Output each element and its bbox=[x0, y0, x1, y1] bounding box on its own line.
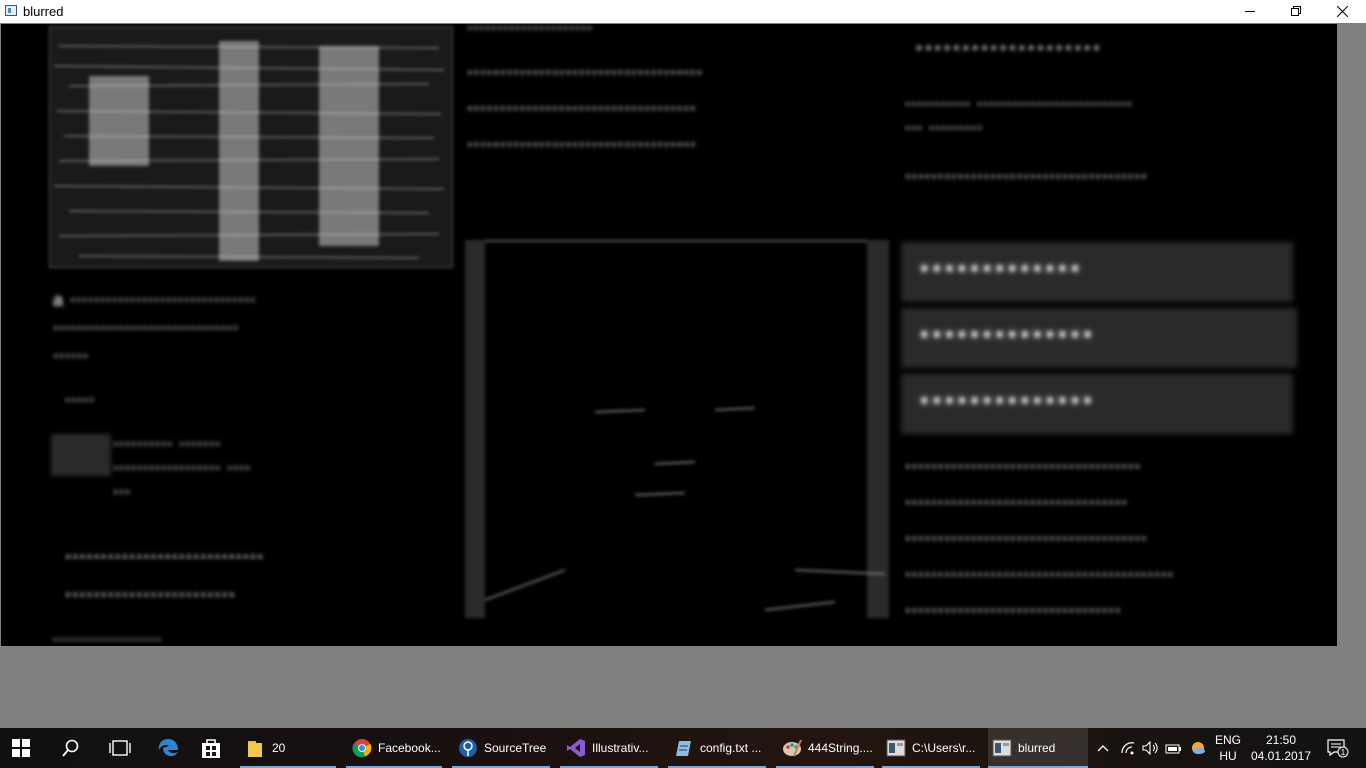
task-view-button[interactable] bbox=[109, 728, 131, 768]
edge-button[interactable] bbox=[157, 728, 179, 768]
blurred-text-line: ∙∙∙∙∙∙∙∙∙∙ ∙∙∙∙∙∙∙ bbox=[113, 434, 222, 454]
blurred-headline: ∙∙∙∙∙∙∙∙∙∙∙∙∙∙ bbox=[919, 380, 1095, 422]
close-button[interactable] bbox=[1319, 0, 1365, 23]
blurred-text-line: ∙∙∙∙∙∙∙∙∙∙∙∙∙∙∙∙∙∙∙∙∙∙∙∙∙∙∙∙∙∙∙∙∙∙∙∙∙∙∙∙… bbox=[905, 564, 1174, 586]
edge-icon bbox=[158, 739, 178, 757]
taskbar-item-blurred[interactable]: blurred bbox=[988, 728, 1088, 768]
taskbar-item-visual-studio[interactable]: Illustrativ... bbox=[560, 728, 658, 768]
volume-icon bbox=[1142, 741, 1158, 755]
battery-icon bbox=[1165, 744, 1181, 754]
taskbar-item-label: 20 bbox=[272, 741, 286, 755]
taskbar-item-sourcetree[interactable]: SourceTree bbox=[452, 728, 550, 768]
network-button[interactable] bbox=[1118, 728, 1138, 768]
blurred-text-line: ∙∙∙∙∙∙∙∙∙∙∙∙∙∙∙∙∙∙∙∙∙∙∙∙∙∙∙∙∙∙∙∙∙∙ bbox=[905, 492, 1128, 514]
window-title: blurred bbox=[23, 4, 64, 19]
console-icon bbox=[886, 738, 906, 758]
search-button[interactable] bbox=[62, 728, 82, 768]
taskbar-item-label: Facebook... bbox=[378, 741, 441, 755]
taskbar-item-console[interactable]: C:\Users\r... bbox=[882, 728, 980, 768]
blurred-text-line: ∙∙∙∙∙∙∙∙∙∙∙ ∙∙∙∙∙∙∙∙∙∙∙∙∙∙∙∙∙∙∙∙∙∙∙∙∙∙ bbox=[905, 94, 1134, 114]
blurred-text-line: ∙∙∙∙∙∙∙∙∙∙∙∙∙∙∙∙∙∙∙∙ bbox=[53, 632, 162, 646]
chevron-up-icon bbox=[1097, 745, 1109, 752]
weather-button[interactable] bbox=[1188, 728, 1208, 768]
store-button[interactable] bbox=[200, 728, 222, 768]
blurred-heading: ∙∙∙∙∙∙∙∙∙∙∙∙∙∙∙∙∙∙∙∙ bbox=[915, 32, 1102, 65]
taskbar-item-label: C:\Users\r... bbox=[912, 741, 976, 755]
blurred-text-line: ∙∙∙∙∙∙∙∙∙∙∙∙∙∙∙∙∙∙∙∙∙∙∙∙∙∙∙∙∙∙∙∙∙∙∙∙∙ bbox=[905, 528, 1148, 550]
clock-time: 21:50 bbox=[1265, 733, 1297, 747]
volume-button[interactable] bbox=[1141, 728, 1161, 768]
visual-studio-icon bbox=[566, 738, 586, 758]
blurred-text-line: a ∙∙∙∙∙∙∙∙∙∙∙∙∙∙∙∙∙∙∙∙∙∙∙∙∙∙∙∙∙∙∙ bbox=[53, 290, 257, 310]
taskbar-item-label: config.txt ... bbox=[700, 741, 762, 755]
action-center-button[interactable]: 1 bbox=[1318, 728, 1358, 768]
wifi-icon bbox=[1121, 742, 1135, 755]
taskbar-item-label: Illustrativ... bbox=[592, 741, 649, 755]
taskbar-item-notepad[interactable]: config.txt ... bbox=[668, 728, 766, 768]
blurred-photo-top bbox=[49, 26, 453, 268]
blurred-text-line: ∙∙∙∙∙∙ bbox=[53, 346, 90, 366]
taskbar-item-label: SourceTree bbox=[484, 741, 547, 755]
clock[interactable]: 21:50 04.01.2017 bbox=[1250, 732, 1312, 764]
store-icon bbox=[202, 739, 220, 758]
clock-date: 04.01.2017 bbox=[1250, 749, 1312, 763]
restore-button[interactable] bbox=[1273, 0, 1319, 23]
blurred-text-line: ∙∙∙∙∙∙∙∙∙∙∙∙∙∙∙∙∙∙ ∙∙∙∙ bbox=[113, 458, 252, 478]
notepad-icon bbox=[674, 738, 694, 758]
blurred-heading: ∙∙∙∙∙∙∙∙∙∙∙∙∙∙∙∙∙∙∙∙∙∙∙∙ bbox=[65, 582, 236, 607]
blurred-heading: ∙∙∙∙∙∙∙∙∙∙∙∙∙∙∙∙∙∙∙∙∙∙∙∙∙∙∙∙ bbox=[65, 544, 265, 569]
blurred-text-line: ∙∙∙∙∙∙∙∙∙∙∙∙∙∙∙∙∙∙∙∙∙∙∙∙∙∙∙∙∙∙∙∙∙∙∙∙∙ bbox=[905, 166, 1148, 188]
blurred-text-line: ∙∙∙∙∙∙∙∙∙∙∙∙∙∙∙∙∙∙∙∙∙ bbox=[467, 24, 594, 38]
blurred-text-line: ∙∙∙∙∙∙∙∙∙∙∙∙∙∙∙∙∙∙∙∙∙∙∙∙∙∙∙∙∙∙∙∙∙∙∙∙ bbox=[905, 456, 1142, 478]
search-icon bbox=[62, 739, 79, 757]
start-button[interactable] bbox=[12, 728, 36, 768]
blurred-text-line: ∙∙∙∙∙ bbox=[65, 390, 96, 410]
taskbar-item-label: 444String.... bbox=[808, 741, 873, 755]
app-window-icon bbox=[992, 738, 1012, 758]
minimize-button[interactable] bbox=[1227, 0, 1273, 23]
taskbar-item-label: blurred bbox=[1018, 741, 1056, 755]
keyboard-layout: HU bbox=[1219, 749, 1237, 763]
blurred-thumbnail bbox=[51, 434, 111, 476]
blurred-text-line: ∙∙∙∙∙∙∙∙∙∙∙∙∙∙∙∙∙∙∙∙∙∙∙∙∙∙∙∙∙∙∙ bbox=[53, 318, 240, 338]
title-bar[interactable]: blurred bbox=[0, 0, 1366, 23]
sourcetree-icon bbox=[458, 738, 478, 758]
task-view-icon bbox=[109, 740, 131, 756]
blurred-photo-middle bbox=[465, 240, 889, 618]
taskbar-item-paint[interactable]: 444String.... bbox=[776, 728, 874, 768]
chrome-icon bbox=[352, 738, 372, 758]
taskbar: 20 Facebook... SourceTree Illustrativ...… bbox=[0, 728, 1366, 768]
close-icon bbox=[1336, 6, 1348, 17]
folder-icon bbox=[246, 738, 266, 758]
blurred-text-line: ∙∙∙∙∙∙∙∙∙∙∙∙∙∙∙∙∙∙∙∙∙∙∙∙∙∙∙∙∙∙∙∙∙ bbox=[905, 600, 1122, 622]
blurred-text-line: ∙∙∙∙∙∙∙∙∙∙∙∙∙∙∙∙∙∙∙∙∙∙∙∙∙∙∙∙∙∙∙∙∙∙∙∙ bbox=[467, 62, 704, 84]
restore-icon bbox=[1290, 6, 1301, 16]
weather-icon bbox=[1192, 742, 1205, 754]
notification-icon: 1 bbox=[1327, 739, 1349, 758]
blurred-text-line: ∙∙∙ bbox=[113, 482, 132, 502]
app-window-icon bbox=[5, 5, 17, 16]
windows-start-icon bbox=[12, 739, 30, 757]
battery-button[interactable] bbox=[1164, 728, 1184, 768]
show-hidden-icons-button[interactable] bbox=[1094, 728, 1112, 768]
blurred-headline: ∙∙∙∙∙∙∙∙∙∙∙∙∙ bbox=[919, 248, 1083, 290]
blurred-canvas: a ∙∙∙∙∙∙∙∙∙∙∙∙∙∙∙∙∙∙∙∙∙∙∙∙∙∙∙∙∙∙∙ ∙∙∙∙∙∙… bbox=[1, 24, 1337, 646]
paint-icon bbox=[782, 738, 802, 758]
blurred-text-line: ∙∙∙ ∙∙∙∙∙∙∙∙∙ bbox=[905, 118, 984, 138]
input-language-indicator[interactable]: ENG HU bbox=[1212, 732, 1244, 764]
minimize-icon bbox=[1244, 11, 1255, 12]
blurred-headline: ∙∙∙∙∙∙∙∙∙∙∙∙∙∙ bbox=[919, 314, 1095, 356]
language-code: ENG bbox=[1214, 733, 1241, 747]
notification-count: 1 bbox=[1341, 748, 1346, 757]
blurred-text-line: ∙∙∙∙∙∙∙∙∙∙∙∙∙∙∙∙∙∙∙∙∙∙∙∙∙∙∙∙∙∙∙∙∙∙∙ bbox=[467, 98, 697, 120]
taskbar-item-chrome[interactable]: Facebook... bbox=[346, 728, 442, 768]
taskbar-item-folder[interactable]: 20 bbox=[240, 728, 336, 768]
blurred-text-line: ∙∙∙∙∙∙∙∙∙∙∙∙∙∙∙∙∙∙∙∙∙∙∙∙∙∙∙∙∙∙∙∙∙∙∙ bbox=[467, 134, 697, 156]
